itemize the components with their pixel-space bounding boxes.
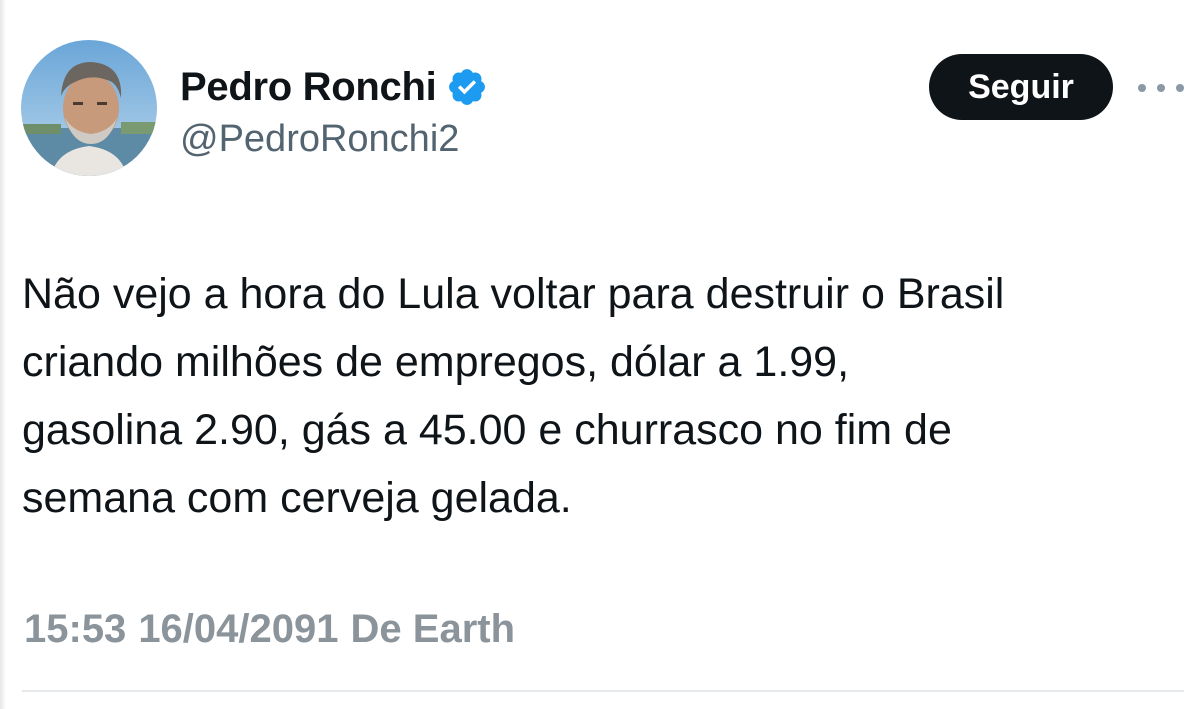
- more-horizontal-icon[interactable]: [1138, 78, 1184, 98]
- author-handle[interactable]: @PedroRonchi2: [180, 118, 459, 161]
- verified-badge-icon: [446, 66, 488, 108]
- tweet-text-line: criando milhões de empregos, dólar a 1.9…: [22, 338, 850, 386]
- tweet-card: Pedro Ronchi @PedroRonchi2 Seguir Não ve…: [0, 0, 1200, 709]
- dot: [1157, 84, 1165, 92]
- tweet-time[interactable]: 15:53: [24, 607, 126, 652]
- author-display-name[interactable]: Pedro Ronchi: [180, 65, 437, 110]
- tweet-text-line: Não vejo a hora do Lula voltar para dest…: [22, 270, 1005, 318]
- tweet-date[interactable]: 16/04/2091: [138, 607, 338, 652]
- dot: [1138, 84, 1146, 92]
- tweet-text-line: gasolina 2.90, gás a 45.00 e churrasco n…: [22, 406, 952, 454]
- follow-button[interactable]: Seguir: [929, 54, 1113, 120]
- tweet-source: De Earth: [350, 607, 516, 651]
- tweet-text: Não vejo a hora do Lula voltar para dest…: [22, 260, 1187, 532]
- edge-shadow: [0, 0, 6, 709]
- dot: [1176, 84, 1184, 92]
- divider: [22, 690, 1184, 692]
- avatar[interactable]: [21, 40, 157, 176]
- tweet-meta: 15:53 16/04/2091 De Earth: [24, 607, 515, 652]
- tweet-text-line: semana com cerveja gelada.: [22, 474, 572, 522]
- author-name-row[interactable]: Pedro Ronchi: [180, 62, 488, 112]
